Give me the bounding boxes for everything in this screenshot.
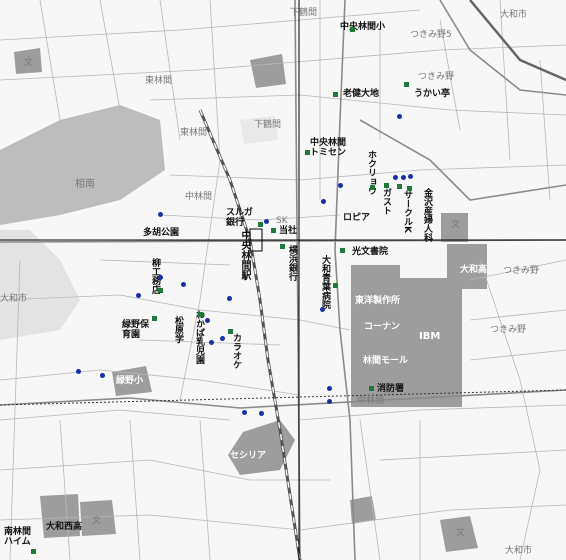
label-tamako-park: 多胡公園 bbox=[143, 228, 180, 238]
school-symbol-3: 文 bbox=[456, 528, 466, 538]
point-marker[interactable] bbox=[209, 340, 214, 345]
area-label-tsukimino-bottom: つきみ野 bbox=[490, 325, 527, 335]
label-karaoke: カラオケ bbox=[231, 333, 241, 369]
railway-line bbox=[198, 109, 302, 560]
area-label-tsukimino-right: つきみ野 bbox=[503, 266, 540, 276]
map-canvas[interactable]: 相南 中林間 東林間 東林間 下鶴間 下鶴間 つきみ野 つきみ野5 大和市 つき… bbox=[0, 0, 566, 560]
label-rinkan-mall: 林間モール bbox=[363, 356, 409, 366]
point-marker[interactable] bbox=[408, 174, 413, 179]
point-marker[interactable] bbox=[227, 296, 232, 301]
label-ibm: IBM bbox=[419, 331, 441, 342]
label-ropia: ロピア bbox=[343, 213, 371, 223]
marker-yokohama-bank[interactable] bbox=[280, 244, 285, 249]
label-suruga-bank: スルガ銀行 bbox=[226, 208, 253, 228]
area-label-shimotsuruma: 下鶴間 bbox=[254, 120, 282, 130]
label-chuo-rinkan-tomisen: 中央林間トミセン bbox=[310, 138, 347, 158]
marker-koubunsho[interactable] bbox=[340, 248, 345, 253]
block-top-center bbox=[250, 54, 286, 88]
label-sk: SK bbox=[276, 216, 288, 226]
marker-aoba-hospital[interactable] bbox=[333, 283, 338, 288]
label-gusto: ガスト bbox=[381, 188, 391, 215]
point-marker[interactable] bbox=[264, 219, 269, 224]
school-symbol-1: 文 bbox=[24, 58, 34, 68]
point-marker[interactable] bbox=[401, 175, 406, 180]
marker-hokuryo[interactable] bbox=[370, 185, 375, 190]
label-toyo-seisakusho: 東洋製作所 bbox=[355, 296, 401, 306]
school-symbol-4: 文 bbox=[92, 516, 102, 526]
area-label-yamato-city: 大和市 bbox=[0, 294, 28, 304]
label-tosha: 当社 bbox=[279, 226, 298, 236]
area-label-yamato-top: 大和市 bbox=[500, 10, 528, 20]
point-marker[interactable] bbox=[136, 293, 141, 298]
label-matsubara-gaku: 松原学 bbox=[173, 316, 183, 343]
point-marker[interactable] bbox=[158, 212, 163, 217]
marker-midorino-hoikuen[interactable] bbox=[152, 316, 157, 321]
large-gray-area bbox=[0, 105, 165, 225]
area-label-higashirinkan: 東林間 bbox=[180, 128, 208, 138]
marker-circle-k[interactable] bbox=[397, 184, 402, 189]
point-marker[interactable] bbox=[100, 373, 105, 378]
area-label-tsukimino: つきみ野 bbox=[418, 72, 455, 82]
label-wakaba-nyujien: わかば乳児園 bbox=[194, 310, 204, 364]
label-konan: コーナン bbox=[364, 322, 401, 332]
label-midorino-school: 緑野小 bbox=[116, 376, 144, 386]
label-yamato-high: 大和高 bbox=[460, 265, 488, 275]
label-chuo-rinkan-school: 中央林間小 bbox=[340, 22, 386, 32]
point-marker[interactable] bbox=[158, 275, 163, 280]
marker-shobosho[interactable] bbox=[369, 386, 374, 391]
light-area bbox=[0, 230, 80, 340]
marker-karaoke[interactable] bbox=[228, 329, 233, 334]
label-koubunsho: 光文書院 bbox=[352, 247, 389, 257]
label-yamato-nishi-high: 大和西高 bbox=[46, 522, 83, 532]
label-ukai-tei: うかい亭 bbox=[414, 89, 451, 99]
marker-gusto[interactable] bbox=[384, 183, 389, 188]
point-marker[interactable] bbox=[327, 386, 332, 391]
marker-kanazawa[interactable] bbox=[407, 186, 412, 191]
marker-suruga-bank[interactable] bbox=[258, 222, 263, 227]
label-kanazawa-sanfujinka: 金沢産婦人科 bbox=[422, 188, 432, 242]
point-marker[interactable] bbox=[321, 199, 326, 204]
point-marker[interactable] bbox=[181, 282, 186, 287]
area-label-kamisoyagi: つきみ野5 bbox=[410, 30, 452, 40]
point-marker[interactable] bbox=[393, 175, 398, 180]
marker-tosha[interactable] bbox=[271, 228, 276, 233]
label-yokohama-bank: 横浜銀行 bbox=[287, 245, 297, 281]
point-marker[interactable] bbox=[220, 336, 225, 341]
marker-roken-daichi[interactable] bbox=[333, 92, 338, 97]
label-cecilia: セシリア bbox=[230, 451, 267, 461]
ibm-block bbox=[400, 278, 462, 407]
label-minami-rinkan-heim: 南林間ハイム bbox=[4, 527, 32, 547]
point-marker[interactable] bbox=[397, 114, 402, 119]
label-chuo-rinkan-station: 中央林間駅 bbox=[239, 230, 250, 280]
area-label-yamato-city-bottom: 大和市 bbox=[505, 546, 533, 556]
label-shobosho: 消防署 bbox=[377, 384, 405, 394]
point-marker[interactable] bbox=[205, 318, 210, 323]
area-label-nakarinkan: 中林間 bbox=[185, 192, 213, 202]
map-base-layer bbox=[0, 0, 566, 560]
area-label-sagami: 相南 bbox=[75, 179, 95, 190]
label-yamato-aoba-hospital: 大和青葉病院 bbox=[320, 255, 330, 309]
point-marker[interactable] bbox=[259, 411, 264, 416]
marker-ukai-tei[interactable] bbox=[404, 82, 409, 87]
marker-kashiwa-kobo[interactable] bbox=[158, 288, 163, 293]
area-label-higashirinkan-left: 東林間 bbox=[145, 76, 173, 86]
label-circle-k: サークルK bbox=[402, 190, 412, 233]
label-roken-daichi: 老健大地 bbox=[343, 89, 380, 99]
marker-minami-rinkan-heim[interactable] bbox=[31, 549, 36, 554]
point-marker[interactable] bbox=[327, 399, 332, 404]
point-marker[interactable] bbox=[320, 307, 325, 312]
marker-wakaba[interactable] bbox=[198, 312, 203, 317]
point-marker[interactable] bbox=[338, 183, 343, 188]
area-label-nakarinkan-bottom: 中林間 bbox=[357, 396, 385, 406]
marker-chuo-rinkan-school[interactable] bbox=[350, 27, 355, 32]
label-midorino-hoikuen: 緑野保育園 bbox=[122, 320, 150, 340]
school-symbol-2: 文 bbox=[451, 220, 461, 230]
point-marker[interactable] bbox=[242, 410, 247, 415]
area-label-shimorinkan: 下鶴間 bbox=[290, 8, 318, 18]
marker-tomisen[interactable] bbox=[305, 150, 310, 155]
point-marker[interactable] bbox=[76, 369, 81, 374]
